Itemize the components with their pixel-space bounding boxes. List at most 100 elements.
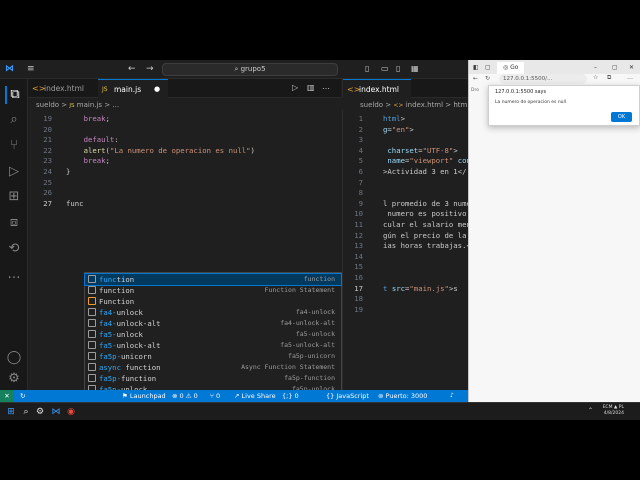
command-center-search[interactable]: ⌕ grupo5 — [162, 63, 338, 76]
code-line[interactable]: cular el salario men — [383, 220, 468, 230]
more-icon[interactable]: … — [5, 266, 23, 284]
suggestion-item[interactable]: fa5p-unicorn fa5p-unicorn — [85, 351, 341, 362]
line-number: 12 — [354, 230, 363, 240]
layout-sidebar-icon[interactable]: ▯ — [365, 64, 369, 74]
browser-refresh-icon[interactable]: ↻ — [485, 75, 490, 82]
code-line[interactable]: func — [66, 199, 84, 209]
browser-tab-icon[interactable]: ◧ — [473, 62, 479, 74]
suggestion-detail: Async Function Statement — [241, 363, 335, 371]
minimize-icon[interactable]: – — [594, 62, 597, 74]
launchpad-button[interactable]: ⚑ Launchpad — [122, 390, 166, 402]
vscode-taskbar-icon[interactable]: ⋈ — [50, 406, 62, 418]
breadcrumb-folder[interactable]: sueldo — [360, 101, 383, 109]
suggestion-item[interactable]: function Function Statement — [85, 285, 341, 296]
settings-gear-icon[interactable]: ⚙ — [5, 370, 23, 388]
go-live-port[interactable]: ⊚ Puerto: 3000 — [378, 390, 427, 402]
sync-icon[interactable]: ↻ — [20, 390, 25, 402]
suggestion-item[interactable]: fa5-unlock-alt fa5-unlock-alt — [85, 340, 341, 351]
suggestion-item[interactable]: async function Async Function Statement — [85, 362, 341, 373]
suggestion-item[interactable]: fa5-unlock fa5-unlock — [85, 329, 341, 340]
breadcrumb-file[interactable]: index.html — [406, 101, 443, 109]
suggestion-item[interactable]: fa5p-function fa5p-function — [85, 373, 341, 384]
code-line[interactable]: >Actividad 3 en 1</ — [383, 167, 466, 177]
browser-taskbar-icon[interactable]: ◉ — [65, 406, 77, 418]
extensions-icon[interactable]: ⊞ — [5, 188, 23, 206]
modified-dot-icon[interactable]: ● — [154, 80, 160, 99]
suggestion-item[interactable]: fa4-unlock-alt fa4-unlock-alt — [85, 318, 341, 329]
more-menu-icon[interactable]: … — [627, 74, 633, 81]
code-line[interactable]: name="viewport" cont — [383, 156, 468, 166]
more-actions-icon[interactable]: … — [322, 82, 330, 91]
suggestion-item[interactable]: fa4-unlock fa4-unlock — [85, 307, 341, 318]
breadcrumb-symbol[interactable]: html — [453, 101, 469, 109]
code-line[interactable]: html> — [383, 114, 405, 124]
suggestion-item[interactable]: Function — [85, 296, 341, 307]
tab-label: index.html — [44, 84, 84, 93]
testing-icon[interactable]: ⟲ — [5, 240, 23, 258]
language-mode[interactable]: {} JavaScript — [326, 390, 369, 402]
browser-back-icon[interactable]: ← — [473, 75, 478, 82]
code-line[interactable]: t src="main.js">s — [383, 284, 458, 294]
tab-main-js[interactable]: JS main.js ● — [98, 79, 168, 98]
customize-layout-icon[interactable]: ▦ — [411, 64, 419, 74]
settings-gear-icon[interactable]: ⚙ — [34, 406, 46, 418]
code-line[interactable]: numero es positivo — [383, 209, 466, 219]
extensions-icon[interactable]: ⧉ — [607, 74, 611, 82]
windows-start-icon[interactable]: ⊞ — [5, 406, 17, 418]
code-line[interactable]: gún el precio de la — [383, 231, 466, 241]
code-line[interactable]: charset="UTF-8"> — [383, 146, 457, 156]
right-code-editor[interactable]: 1 html> 2 g="en"> 3 4 charset="UTF-8"> 5 name=… — [342, 110, 468, 390]
search-icon[interactable]: ⌕ — [20, 406, 32, 418]
system-tray-icon[interactable]: ⌃ — [588, 407, 593, 414]
forward-arrow-icon[interactable]: → — [146, 64, 154, 74]
breadcrumb-folder[interactable]: sueldo — [36, 101, 59, 109]
code-line[interactable]: default: — [66, 135, 119, 145]
notifications-bell-icon[interactable]: ♪ — [450, 390, 454, 402]
favorites-icon[interactable]: ☆ — [593, 74, 598, 81]
code-line[interactable]: break; — [66, 114, 110, 124]
remote-indicator-icon[interactable]: ✕ — [0, 390, 14, 402]
tab-index-html-right[interactable]: <> index.html — [343, 79, 411, 98]
split-editor-icon[interactable]: ▥ — [307, 83, 315, 92]
ports-indicator[interactable]: ⑂ 0 — [210, 390, 220, 402]
problems-indicator[interactable]: ⊗ 0 ⚠ 0 — [172, 390, 198, 402]
code-line[interactable]: break; — [66, 156, 110, 166]
run-debug-icon[interactable]: ▷ — [5, 163, 23, 181]
alert-dialog: 127.0.0.1:5500 says La numero de operaci… — [488, 85, 640, 126]
ok-button[interactable]: OK — [611, 112, 632, 122]
source-control-icon[interactable]: ⑂ — [5, 137, 23, 155]
run-icon[interactable]: ▷ — [292, 83, 298, 92]
line-number: 1 — [358, 114, 363, 123]
close-icon[interactable]: ✕ — [629, 62, 634, 74]
tab-label: index.html — [359, 85, 399, 94]
code-line[interactable]: l promedio de 3 numer — [383, 199, 468, 209]
suggestion-item[interactable]: function function — [84, 273, 342, 286]
maximize-icon[interactable]: ▢ — [612, 62, 618, 74]
line-number: 26 — [43, 188, 52, 198]
desktop-screen: ⋈ ≡ ← → ⌕ grupo5 ▯ ▭ ▯ ▦ ⧉ ⌕ ⑂ ▷ ⊞ ⧈ ⟲ … ◯ ⚙ <>… — [0, 60, 640, 420]
search-icon[interactable]: ⌕ — [5, 111, 23, 129]
clock[interactable]: ECM ▲ PL 4/8/2024 — [603, 405, 624, 417]
line-number: 14 — [354, 251, 363, 261]
layout-secondary-icon[interactable]: ▯ — [396, 64, 400, 74]
browser-tab-active[interactable]: ◎ Go — [497, 62, 525, 74]
menu-icon[interactable]: ≡ — [27, 64, 35, 74]
line-number: 3 — [358, 135, 363, 145]
back-arrow-icon[interactable]: ← — [128, 64, 136, 74]
code-line[interactable]: ias horas trabajas.< — [383, 241, 468, 251]
breadcrumb-file[interactable]: main.js — [77, 101, 102, 109]
breadcrumb-separator: > — [445, 101, 452, 109]
live-share-button[interactable]: ↗ Live Share — [234, 390, 276, 402]
encoding-indicator[interactable]: {;} 0 — [282, 390, 299, 402]
tab-index-html[interactable]: <> index.html — [28, 79, 92, 98]
code-line[interactable]: alert("La numero de operacion es null") — [66, 146, 255, 156]
remote-icon[interactable]: ⧈ — [5, 214, 23, 232]
address-bar[interactable]: 127.0.0.1:5500/... — [499, 74, 587, 84]
code-line[interactable]: g="en"> — [383, 125, 414, 135]
explorer-icon[interactable]: ⧉ — [5, 86, 23, 104]
breadcrumb-symbol[interactable]: ... — [112, 101, 119, 109]
browser-tab-icon[interactable]: ▢ — [485, 62, 491, 74]
code-line[interactable]: } — [66, 167, 70, 177]
layout-panel-icon[interactable]: ▭ — [381, 64, 389, 74]
account-icon[interactable]: ◯ — [5, 349, 23, 367]
